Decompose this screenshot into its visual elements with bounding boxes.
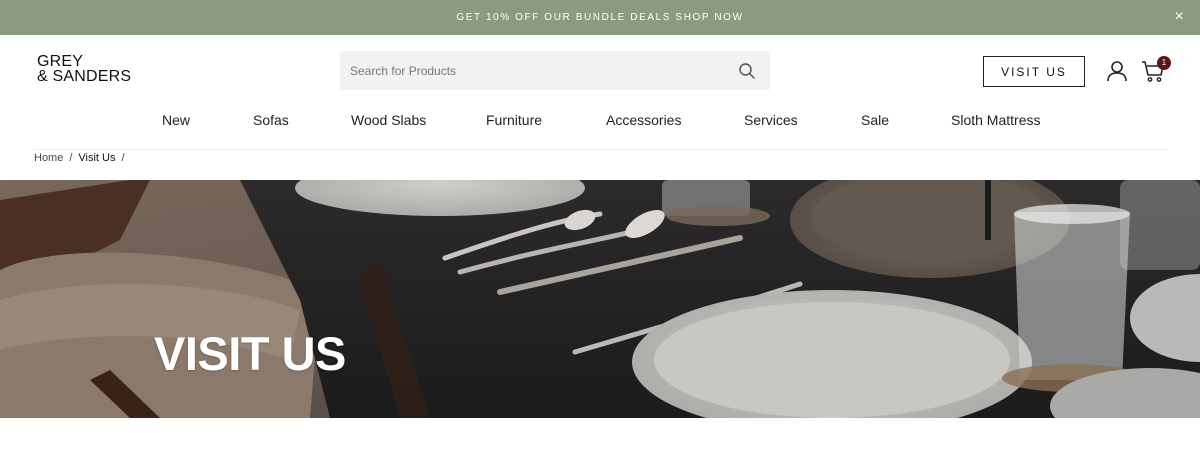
search-icon[interactable]: [738, 62, 756, 80]
cart-count-badge: 1: [1157, 56, 1171, 70]
brand-logo[interactable]: GREY & SANDERS: [37, 53, 132, 85]
breadcrumb: Home / Visit Us /: [34, 152, 125, 164]
hero-title: VISIT US: [154, 327, 346, 380]
nav-item-wood-slabs[interactable]: Wood Slabs: [351, 112, 426, 128]
nav-item-new[interactable]: New: [162, 112, 190, 128]
close-icon[interactable]: ×: [1172, 9, 1188, 25]
nav-item-accessories[interactable]: Accessories: [606, 112, 681, 128]
header-divider: [33, 149, 1168, 150]
breadcrumb-home[interactable]: Home: [34, 152, 63, 164]
visit-us-button[interactable]: VISIT US: [983, 56, 1085, 87]
hero-banner: VISIT US: [0, 180, 1200, 418]
promo-text[interactable]: GET 10% OFF OUR BUNDLE DEALS SHOP NOW: [456, 12, 743, 23]
breadcrumb-separator: /: [69, 152, 73, 164]
logo-line-2: & SANDERS: [37, 68, 132, 85]
main-nav: New Sofas Wood Slabs Furniture Accessori…: [0, 112, 1200, 132]
nav-item-furniture[interactable]: Furniture: [486, 112, 542, 128]
nav-item-services[interactable]: Services: [744, 112, 798, 128]
account-icon[interactable]: [1106, 60, 1128, 82]
hero-image: [0, 180, 1200, 418]
nav-item-sofas[interactable]: Sofas: [253, 112, 289, 128]
search-bar: [340, 51, 770, 90]
nav-item-sale[interactable]: Sale: [861, 112, 889, 128]
breadcrumb-current[interactable]: Visit Us: [78, 152, 115, 164]
nav-item-sloth-mattress[interactable]: Sloth Mattress: [951, 112, 1040, 128]
breadcrumb-separator: /: [121, 152, 125, 164]
logo-line-1: GREY: [37, 53, 84, 70]
search-input[interactable]: [340, 51, 730, 90]
promo-bar[interactable]: GET 10% OFF OUR BUNDLE DEALS SHOP NOW ×: [0, 0, 1200, 35]
